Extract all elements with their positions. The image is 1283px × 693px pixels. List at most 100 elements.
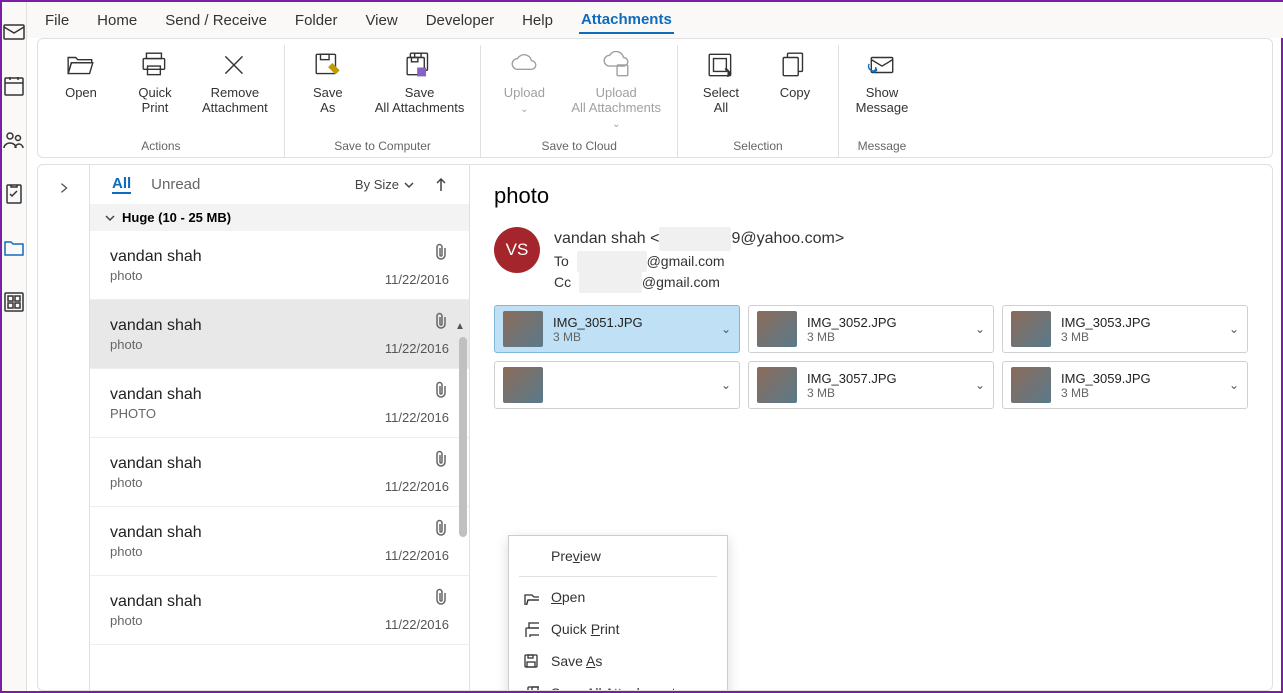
attachment-icon bbox=[433, 519, 449, 540]
message-item[interactable]: vandan shahphoto11/22/2016 bbox=[90, 300, 469, 369]
message-header-info: vandan shah <xxxxxxxxx9@yahoo.com> To xx… bbox=[554, 227, 844, 293]
tasks-icon[interactable] bbox=[2, 182, 26, 206]
copy-button[interactable]: Copy bbox=[768, 45, 822, 100]
folder-nav-icon[interactable] bbox=[2, 236, 26, 260]
sender-avatar: VS bbox=[494, 227, 540, 273]
tab-attachments[interactable]: Attachments bbox=[579, 7, 674, 34]
ctx-save-all-attachments-[interactable]: Save All Attachments... bbox=[509, 677, 727, 691]
menu-bar: File Home Send / Receive Folder View Develope… bbox=[27, 2, 1283, 38]
attachment-chip[interactable]: IMG_3051.JPG3 MB⌄ bbox=[494, 305, 740, 353]
message-list-pane: All Unread By Size Huge (10 - 25 MB) van… bbox=[90, 165, 470, 690]
attachment-chip[interactable]: IMG_3052.JPG3 MB⌄ bbox=[748, 305, 994, 353]
ctx-item-label: Save As bbox=[551, 653, 602, 669]
ribbon-group-message: ShowMessageMessage bbox=[839, 45, 925, 157]
filter-all[interactable]: All bbox=[112, 175, 131, 194]
attachment-icon bbox=[433, 243, 449, 264]
message-sender: vandan shah bbox=[110, 386, 373, 404]
message-date: 11/22/2016 bbox=[385, 341, 449, 356]
menu-separator bbox=[519, 576, 717, 577]
showmsg-button[interactable]: ShowMessage bbox=[855, 45, 909, 115]
quickprint-button[interactable]: QuickPrint bbox=[128, 45, 182, 115]
saveas-button[interactable]: SaveAs bbox=[301, 45, 355, 115]
message-subject-preview: photo bbox=[110, 337, 373, 352]
people-icon[interactable] bbox=[2, 128, 26, 152]
message-item[interactable]: vandan shahPHOTO11/22/2016 bbox=[90, 369, 469, 438]
message-date: 11/22/2016 bbox=[385, 617, 449, 632]
ctx-save-as[interactable]: Save As bbox=[509, 645, 727, 677]
chevron-down-icon[interactable]: ⌄ bbox=[975, 322, 985, 336]
chevron-down-icon[interactable]: ⌄ bbox=[1229, 322, 1239, 336]
list-header: All Unread By Size bbox=[90, 165, 469, 204]
tab-file[interactable]: File bbox=[43, 8, 71, 33]
removeatt-button[interactable]: RemoveAttachment bbox=[202, 45, 268, 115]
folder-pane-collapse[interactable] bbox=[38, 165, 90, 690]
group-header-label: Huge (10 - 25 MB) bbox=[122, 210, 231, 225]
attachment-size: 3 MB bbox=[553, 330, 711, 344]
message-subject: photo bbox=[494, 183, 1248, 209]
message-sender: vandan shah bbox=[110, 248, 373, 266]
ctx-preview[interactable]: Preview bbox=[509, 540, 727, 572]
scroll-up-arrow[interactable]: ▲ bbox=[455, 321, 467, 333]
removeatt-label: RemoveAttachment bbox=[202, 85, 268, 115]
ctx-open[interactable]: Open bbox=[509, 581, 727, 613]
group-header-huge[interactable]: Huge (10 - 25 MB) bbox=[90, 204, 469, 231]
chevron-down-icon[interactable]: ⌄ bbox=[721, 322, 731, 336]
apps-icon[interactable] bbox=[2, 290, 26, 314]
content-area: All Unread By Size Huge (10 - 25 MB) van… bbox=[37, 164, 1273, 691]
message-subject-preview: photo bbox=[110, 613, 373, 628]
attachment-size: 3 MB bbox=[1061, 330, 1219, 344]
message-item[interactable]: vandan shah photo 11/22/2016 bbox=[90, 231, 469, 300]
calendar-icon[interactable] bbox=[2, 74, 26, 98]
saveas-label: SaveAs bbox=[313, 85, 343, 115]
ribbon-group-selection: SelectAllCopySelection bbox=[678, 45, 839, 157]
ctx-quick-print[interactable]: Quick Print bbox=[509, 613, 727, 645]
chevron-down-icon[interactable]: ⌄ bbox=[975, 378, 985, 392]
chevron-down-icon[interactable]: ⌄ bbox=[1229, 378, 1239, 392]
tab-folder[interactable]: Folder bbox=[293, 8, 340, 33]
open-button[interactable]: Open bbox=[54, 45, 108, 100]
quickprint-label: QuickPrint bbox=[138, 85, 171, 115]
selectall-button[interactable]: SelectAll bbox=[694, 45, 748, 115]
filter-unread[interactable]: Unread bbox=[151, 176, 200, 193]
message-date: 11/22/2016 bbox=[385, 548, 449, 563]
ctx-item-label: Quick Print bbox=[551, 621, 619, 637]
tab-developer[interactable]: Developer bbox=[424, 8, 496, 33]
copy-label: Copy bbox=[780, 85, 810, 100]
ribbon-group-save-to-cloud: Upload⌄UploadAll Attachments⌄Save to Clo… bbox=[481, 45, 678, 157]
tab-help[interactable]: Help bbox=[520, 8, 555, 33]
selectall-label: SelectAll bbox=[703, 85, 739, 115]
nav-rail bbox=[2, 2, 27, 691]
chevron-down-icon[interactable]: ⌄ bbox=[721, 378, 731, 392]
ribbon-group-label: Save to Cloud bbox=[541, 135, 616, 157]
attachment-chip[interactable]: IMG_3059.JPG3 MB⌄ bbox=[1002, 361, 1248, 409]
message-subject-preview: photo bbox=[110, 268, 373, 283]
chevron-down-icon bbox=[403, 179, 415, 191]
tab-home[interactable]: Home bbox=[95, 8, 139, 33]
attachment-thumbnail bbox=[503, 367, 543, 403]
message-sender: vandan shah bbox=[110, 524, 373, 542]
uploadall-label: UploadAll Attachments⌄ bbox=[571, 85, 661, 130]
showmsg-label: ShowMessage bbox=[856, 85, 909, 115]
attachment-chip[interactable]: IMG_3057.JPG3 MB⌄ bbox=[748, 361, 994, 409]
sort-dropdown[interactable]: By Size bbox=[355, 177, 415, 192]
attachment-icon bbox=[433, 588, 449, 609]
ctx-item-label: Save All Attachments... bbox=[551, 685, 694, 691]
message-item[interactable]: vandan shahphoto11/22/2016 bbox=[90, 438, 469, 507]
tab-view[interactable]: View bbox=[363, 8, 399, 33]
attachment-filename: IMG_3052.JPG bbox=[807, 315, 965, 330]
attachment-thumbnail bbox=[1011, 367, 1051, 403]
attachment-size: 3 MB bbox=[807, 386, 965, 400]
attachment-chip[interactable]: IMG_3053.JPG3 MB⌄ bbox=[1002, 305, 1248, 353]
sort-direction[interactable] bbox=[435, 178, 447, 192]
message-date: 11/22/2016 bbox=[385, 272, 449, 287]
attachment-chip[interactable]: ⌄ bbox=[494, 361, 740, 409]
saveall-button[interactable]: SaveAll Attachments bbox=[375, 45, 465, 115]
open-label: Open bbox=[65, 85, 97, 100]
mail-icon[interactable] bbox=[2, 20, 26, 44]
scrollbar-thumb[interactable] bbox=[459, 337, 467, 537]
message-item[interactable]: vandan shahphoto11/22/2016 bbox=[90, 576, 469, 645]
tab-send-receive[interactable]: Send / Receive bbox=[163, 8, 269, 33]
message-date: 11/22/2016 bbox=[385, 410, 449, 425]
message-item[interactable]: vandan shahphoto11/22/2016 bbox=[90, 507, 469, 576]
attachment-icon bbox=[433, 450, 449, 471]
